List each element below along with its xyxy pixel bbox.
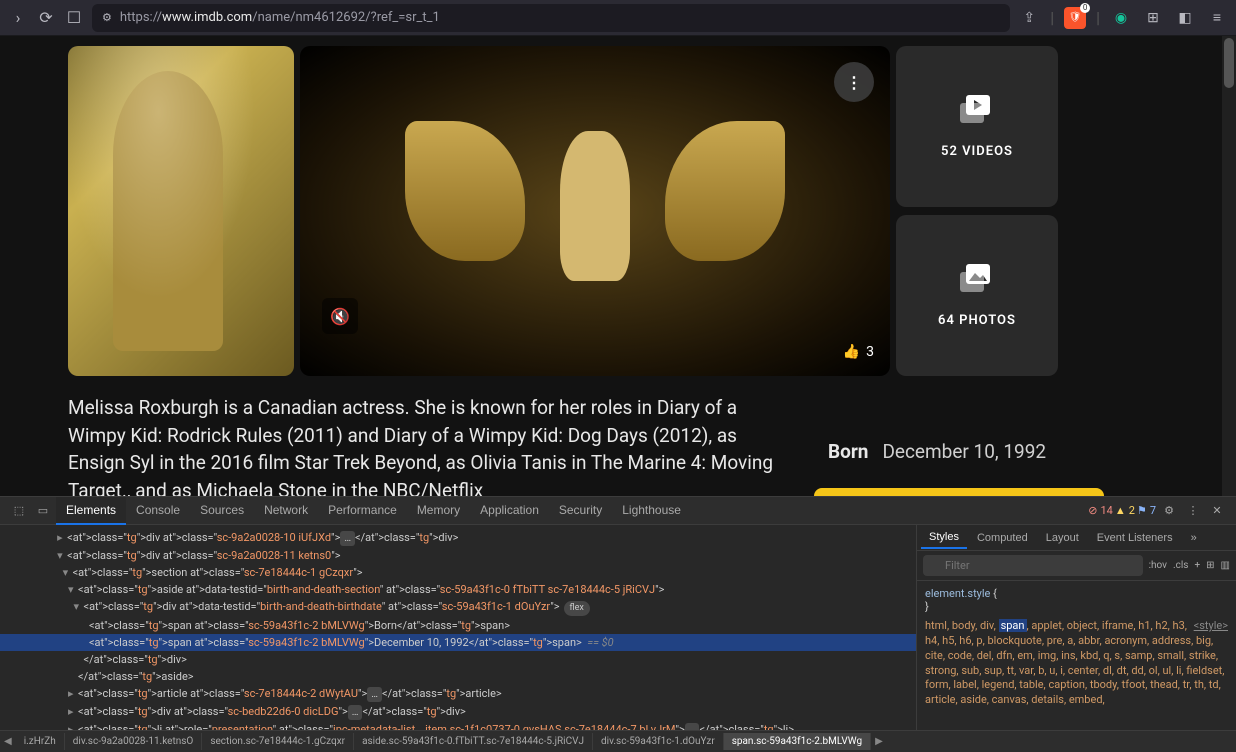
breadcrumb-item[interactable]: div.sc-59a43f1c-1.dOuYzr [593,733,724,750]
photos-label: 64 PHOTOS [938,313,1016,328]
styles-tabs: StylesComputedLayoutEvent Listeners» [917,525,1236,551]
page-content: ⋮ 🔇 👍 3 52 VIDEOS 64 PHOTOS Melissa [0,36,1236,496]
dom-breadcrumb[interactable]: ◀ i.zHrZhdiv.sc-9a2a0028-11.ketnsOsectio… [0,730,1236,752]
devtools-tab-application[interactable]: Application [470,497,549,525]
bio-text: Melissa Roxburgh is a Canadian actress. … [68,394,788,496]
computed-icon[interactable]: ⊞ [1206,560,1214,571]
born-value[interactable]: December 10, 1992 [882,440,1046,463]
dom-tree[interactable]: ▸<at">class="tg">div at">class="sc-9a2a0… [0,525,916,730]
devtools-settings-icon[interactable]: ⚙ [1158,500,1180,522]
video-library-icon [960,95,994,132]
extensions-icon[interactable]: ⊞ [1142,7,1164,29]
dom-line[interactable]: ▾<at">class="tg">section at">class="sc-7… [0,564,916,581]
poster-image[interactable] [68,46,294,376]
dom-line[interactable]: </at">class="tg">div> [0,651,916,668]
dom-line[interactable]: <at">class="tg">span at">class="sc-59a43… [0,634,916,651]
dom-line[interactable]: ▾<at">class="tg">div at">data-testid="bi… [0,598,916,617]
devtools-tab-memory[interactable]: Memory [407,497,470,525]
hov-toggle[interactable]: :hov [1149,560,1167,571]
styles-tabs-more[interactable]: » [1183,528,1205,548]
new-rule-icon[interactable]: + [1194,560,1200,571]
stylesheet-link[interactable]: <style> [1194,619,1228,632]
videos-card[interactable]: 52 VIDEOS [896,46,1058,207]
error-count[interactable]: ⊘ 14 [1088,504,1113,517]
styles-panel: StylesComputedLayoutEvent Listeners» :ho… [916,525,1236,730]
devtools-tab-lighthouse[interactable]: Lighthouse [612,497,691,525]
video-likes[interactable]: 👍 3 [843,344,874,360]
brave-shield-icon[interactable]: 🛡0 [1064,7,1086,29]
breadcrumb-left-arrow[interactable]: ◀ [0,736,16,747]
share-icon[interactable]: ⇪ [1018,7,1040,29]
video-player[interactable]: ⋮ 🔇 👍 3 [300,46,890,376]
videos-label: 52 VIDEOS [941,144,1013,159]
photo-library-icon [960,264,994,301]
device-icon[interactable]: ▭ [32,500,54,522]
grammarly-icon[interactable]: ◉ [1110,7,1132,29]
reset-rule[interactable]: <style> html, body, div, span, applet, o… [925,619,1228,708]
born-label: Born [828,440,868,463]
devtools-close-icon[interactable]: ✕ [1206,500,1228,522]
url-bar[interactable]: ⚙ https://www.imdb.com/name/nm4612692/?r… [92,4,1010,32]
dom-line[interactable]: ▸<at">class="tg">div at">class="sc-bedb2… [0,703,916,721]
dom-line[interactable]: ▸<at">class="tg">div at">class="sc-9a2a0… [0,529,916,547]
devtools-tab-security[interactable]: Security [549,497,612,525]
site-settings-icon[interactable]: ⚙ [102,11,112,24]
breadcrumb-right-arrow[interactable]: ▶ [871,736,887,747]
dom-line[interactable]: </at">class="tg">aside> [0,668,916,685]
photos-card[interactable]: 64 PHOTOS [896,215,1058,376]
devtools-tabbar: ⬚ ▭ ElementsConsoleSourcesNetworkPerform… [0,497,1236,525]
forward-button[interactable]: › [8,8,28,28]
born-section: Born December 10, 1992 [828,394,1168,496]
devtools-tab-sources[interactable]: Sources [190,497,254,525]
devtools-panel: ⬚ ▭ ElementsConsoleSourcesNetworkPerform… [0,496,1236,752]
devtools-tab-elements[interactable]: Elements [56,497,126,525]
styles-tab-layout[interactable]: Layout [1038,528,1087,548]
inspect-icon[interactable]: ⬚ [8,500,30,522]
dom-line[interactable]: ▾<at">class="tg">div at">class="sc-9a2a0… [0,547,916,564]
page-scrollbar[interactable] [1222,36,1236,496]
layout-icon[interactable]: ▥ [1221,560,1230,571]
breadcrumb-item[interactable]: aside.sc-59a43f1c-0.fTbiTT.sc-7e18444c-5… [354,733,593,750]
sidebar-icon[interactable]: ◧ [1174,7,1196,29]
element-style-rule[interactable]: element.style {} [925,587,1228,613]
thumbs-up-icon: 👍 [843,344,860,360]
breadcrumb-item[interactable]: div.sc-9a2a0028-11.ketnsO [65,733,203,750]
dom-line[interactable]: <at">class="tg">span at">class="sc-59a43… [0,617,916,634]
styles-tab-styles[interactable]: Styles [921,527,967,549]
styles-filter-input[interactable] [923,555,1143,576]
reload-button[interactable]: ⟳ [36,8,56,28]
warning-count[interactable]: ▲ 2 [1115,504,1135,517]
styles-tab-computed[interactable]: Computed [969,528,1036,548]
dom-line[interactable]: ▸<at">class="tg">li at">role="presentati… [0,721,916,730]
dom-line[interactable]: ▸<at">class="tg">article at">class="sc-7… [0,685,916,703]
devtools-tab-console[interactable]: Console [126,497,190,525]
devtools-more-icon[interactable]: ⋮ [1182,500,1204,522]
info-count[interactable]: ⚑ 7 [1137,504,1156,517]
cta-button-partial[interactable] [814,488,1104,496]
menu-icon[interactable]: ≡ [1206,7,1228,29]
devtools-tab-network[interactable]: Network [254,497,318,525]
mute-button[interactable]: 🔇 [322,298,358,334]
url-text: https://www.imdb.com/name/nm4612692/?ref… [120,10,440,25]
likes-count: 3 [866,344,874,360]
dom-line[interactable]: ▾<at">class="tg">aside at">data-testid="… [0,581,916,598]
cls-toggle[interactable]: .cls [1173,560,1188,571]
breadcrumb-item[interactable]: span.sc-59a43f1c-2.bMLVWg [724,733,871,750]
video-more-button[interactable]: ⋮ [834,62,874,102]
breadcrumb-item[interactable]: i.zHrZh [16,733,65,750]
bookmark-button[interactable]: ☐ [64,8,84,28]
browser-toolbar: › ⟳ ☐ ⚙ https://www.imdb.com/name/nm4612… [0,0,1236,36]
devtools-tab-performance[interactable]: Performance [318,497,407,525]
styles-tab-event-listeners[interactable]: Event Listeners [1089,528,1181,548]
breadcrumb-item[interactable]: section.sc-7e18444c-1.gCzqxr [202,733,354,750]
